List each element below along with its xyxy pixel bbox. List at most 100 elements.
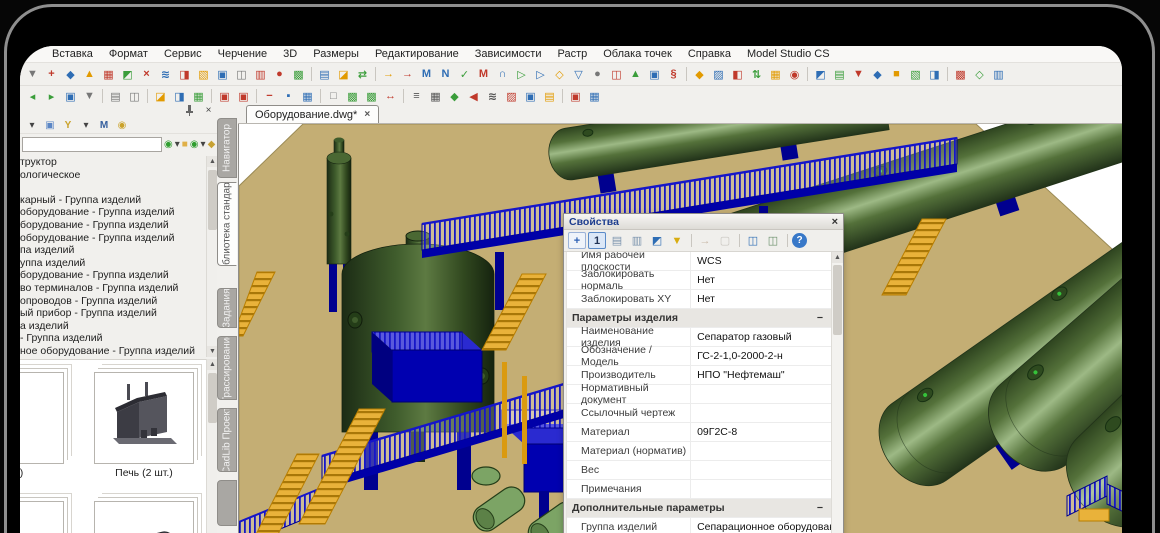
panel-vertical-tab[interactable] xyxy=(217,480,237,526)
property-value[interactable]: 09Г2С-8 xyxy=(691,426,831,438)
toolbar-icon[interactable]: + xyxy=(42,65,61,83)
scroll-up-icon[interactable]: ▲ xyxy=(832,252,843,263)
menu-item[interactable]: Размеры xyxy=(305,47,367,61)
collapse-icon[interactable]: − xyxy=(817,312,831,324)
toolbar-icon[interactable]: ◧ xyxy=(728,65,747,83)
toolbar-icon[interactable]: ≋ xyxy=(483,87,502,105)
toolbar-icon[interactable] xyxy=(308,65,315,83)
toolbar-icon[interactable]: ◂ xyxy=(23,87,42,105)
toolbar-icon[interactable]: ▣ xyxy=(645,65,664,83)
toolbar-icon[interactable]: ◆ xyxy=(61,65,80,83)
toolbar-icon[interactable] xyxy=(400,87,407,105)
tree-item[interactable]: оборудование - Группа изделий xyxy=(20,232,206,245)
toolbar-icon[interactable]: ▤ xyxy=(540,87,559,105)
toolbar-icon[interactable] xyxy=(372,65,379,83)
properties-toolbar-icon[interactable]: ▢ xyxy=(716,232,734,249)
properties-toolbar-icon[interactable]: 1 xyxy=(588,232,606,249)
toolbar-icon[interactable]: ▲ xyxy=(626,65,645,83)
menu-item[interactable]: Сервис xyxy=(156,47,210,61)
toolbar-icon[interactable]: ◩ xyxy=(118,65,137,83)
property-value[interactable]: Нет xyxy=(691,274,831,286)
toolbar-icon[interactable]: ▷ xyxy=(512,65,531,83)
tree-item[interactable]: - Группа изделий xyxy=(20,332,206,345)
property-row[interactable]: Обозначение / Модель ГС-2-1,0-2000-2-н xyxy=(567,344,831,368)
toolbar-icon[interactable]: − xyxy=(260,87,279,105)
menu-item[interactable]: Редактирование xyxy=(367,47,467,61)
tree-item[interactable]: труктор xyxy=(20,156,206,169)
thumbnail-cell[interactable] xyxy=(20,501,66,533)
toolbar-icon[interactable]: ▣ xyxy=(215,87,234,105)
toolbar-icon[interactable]: ✓ xyxy=(455,65,474,83)
properties-toolbar-icon[interactable]: ▥ xyxy=(628,232,646,249)
toolbar-icon[interactable]: ▼ xyxy=(23,65,42,83)
toolbar-icon[interactable]: ◪ xyxy=(151,87,170,105)
properties-toolbar-icon[interactable]: + xyxy=(568,232,586,249)
toolbar-icon[interactable]: ▣ xyxy=(521,87,540,105)
search-input[interactable] xyxy=(22,137,162,152)
toolbar-icon[interactable]: ◫ xyxy=(607,65,626,83)
search-row-icon[interactable]: ◉ xyxy=(190,137,199,152)
property-row[interactable]: Заблокировать нормаль Нет xyxy=(567,268,831,292)
toolbar-icon[interactable]: ▦ xyxy=(99,65,118,83)
properties-title-bar[interactable]: Свойства × xyxy=(564,214,843,230)
menu-item[interactable]: Model Studio CS xyxy=(739,47,838,61)
search-row-icon[interactable]: ■ xyxy=(182,137,188,152)
toolbar-icon[interactable]: N xyxy=(436,65,455,83)
toolbar-icon[interactable]: ■ xyxy=(887,65,906,83)
property-row[interactable]: Группа изделий Сепарационное оборудовани… xyxy=(567,518,831,533)
properties-toolbar-icon[interactable] xyxy=(736,232,742,249)
toolbar-icon[interactable]: ≡ xyxy=(407,87,426,105)
toolbar-icon[interactable]: ▧ xyxy=(194,65,213,83)
toolbar-icon[interactable] xyxy=(253,87,260,105)
toolbar-icon[interactable]: ⇄ xyxy=(353,65,372,83)
tree-item[interactable]: борудование - Группа изделий xyxy=(20,219,206,232)
panel-vertical-tab[interactable]: Задания xyxy=(217,288,237,328)
tree-item[interactable]: ый прибор - Группа изделий xyxy=(20,307,206,320)
toolbar-icon[interactable] xyxy=(317,87,324,105)
property-row[interactable]: Примечания xyxy=(567,480,831,499)
menu-item[interactable]: 3D xyxy=(275,47,305,61)
toolbar-icon[interactable] xyxy=(804,65,811,83)
search-row-icon[interactable]: ◉ xyxy=(164,137,173,152)
toolbar-icon[interactable]: ▤ xyxy=(830,65,849,83)
toolbar-icon[interactable] xyxy=(944,65,951,83)
toolbar-icon[interactable]: ◪ xyxy=(334,65,353,83)
property-row[interactable]: Нормативный документ xyxy=(567,382,831,406)
properties-toolbar-icon[interactable]: ◩ xyxy=(648,232,666,249)
toolbar-icon[interactable]: ◉ xyxy=(785,65,804,83)
collapse-icon[interactable]: − xyxy=(817,502,831,514)
toolbar-icon[interactable]: ▦ xyxy=(585,87,604,105)
toolbar-icon[interactable]: ▪ xyxy=(279,87,298,105)
toolbar-icon[interactable]: ∩ xyxy=(493,65,512,83)
toolbar-icon[interactable]: ▩ xyxy=(362,87,381,105)
toolbar-icon[interactable]: ● xyxy=(588,65,607,83)
property-row[interactable]: Материал (норматив) xyxy=(567,442,831,461)
scrollbar-thumb[interactable] xyxy=(208,373,217,423)
panel-vertical-tab[interactable]: CadLib Проект xyxy=(217,408,237,472)
pin-icon[interactable] xyxy=(183,105,196,117)
toolbar-icon[interactable] xyxy=(208,87,215,105)
property-row[interactable]: Вес xyxy=(567,461,831,480)
menu-item[interactable]: Растр xyxy=(550,47,596,61)
menu-item[interactable]: Зависимости xyxy=(467,47,550,61)
property-row[interactable]: Ссылочный чертеж xyxy=(567,404,831,423)
toolbar-icon[interactable] xyxy=(99,87,106,105)
tree-item[interactable]: а изделий xyxy=(20,320,206,333)
properties-toolbar-icon[interactable]: ? xyxy=(792,233,807,248)
filter-bar-icon[interactable]: ◉ xyxy=(114,118,130,133)
toolbar-icon[interactable]: ▼ xyxy=(80,87,99,105)
toolbar-icon[interactable]: ▤ xyxy=(106,87,125,105)
tree-item[interactable]: карный - Группа изделий xyxy=(20,194,206,207)
toolbar-icon[interactable]: ▣ xyxy=(61,87,80,105)
toolbar-icon[interactable]: ▦ xyxy=(426,87,445,105)
toolbar-icon[interactable]: ▨ xyxy=(502,87,521,105)
property-value[interactable]: Сепарационное оборудование xyxy=(691,521,831,533)
toolbar-icon[interactable] xyxy=(683,65,690,83)
thumbnail-cell-furnace[interactable]: Печь (2 шт.) xyxy=(92,372,196,479)
toolbar-icon[interactable]: ◩ xyxy=(811,65,830,83)
toolbar-icon[interactable] xyxy=(559,87,566,105)
document-tab[interactable]: Оборудование.dwg* × xyxy=(246,105,380,123)
tree-item[interactable]: уппа изделий xyxy=(20,257,206,270)
toolbar-icon[interactable]: ▽ xyxy=(569,65,588,83)
toolbar-icon[interactable]: ▲ xyxy=(80,65,99,83)
